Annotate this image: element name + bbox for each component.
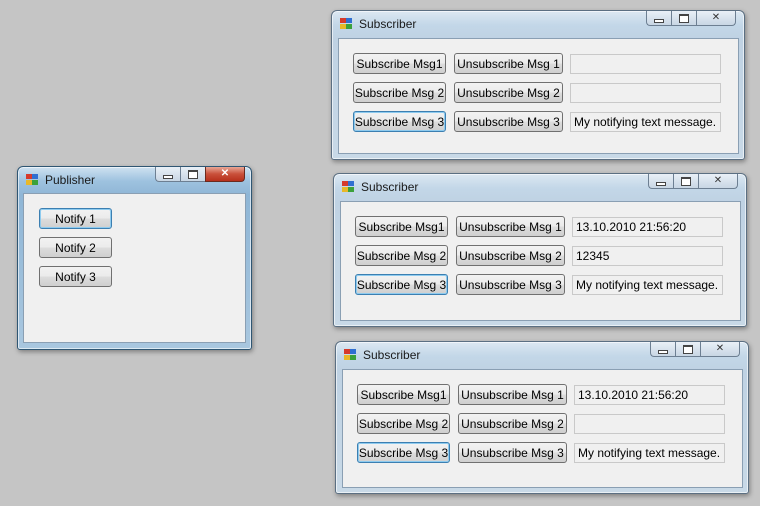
- minimize-icon: [656, 181, 666, 186]
- msg1-textbox[interactable]: [570, 54, 721, 74]
- subscribe-msg1-button[interactable]: Subscribe Msg1: [357, 384, 450, 405]
- msg2-textbox[interactable]: 12345: [572, 246, 723, 266]
- subscriber-window-3: Subscriber ✕ Subscribe Msg1 Unsubscribe …: [335, 341, 749, 494]
- maximize-button[interactable]: [675, 342, 700, 357]
- publisher-window: Publisher ✕ Notify 1 Notify 2 Notify 3: [17, 166, 252, 350]
- unsubscribe-msg3-button[interactable]: Unsubscribe Msg 3: [456, 274, 565, 295]
- close-icon: ✕: [713, 175, 723, 186]
- unsubscribe-msg3-button[interactable]: Unsubscribe Msg 3: [458, 442, 567, 463]
- subscriber-window-2: Subscriber ✕ Subscribe Msg1 Unsubscribe …: [333, 173, 747, 327]
- notify-1-button[interactable]: Notify 1: [39, 208, 112, 229]
- notify-2-button[interactable]: Notify 2: [39, 237, 112, 258]
- msg1-textbox[interactable]: 13.10.2010 21:56:20: [572, 217, 723, 237]
- subscriber-window-1: Subscriber ✕ Subscribe Msg1 Unsubscribe …: [331, 10, 745, 160]
- close-button[interactable]: ✕: [700, 342, 740, 357]
- maximize-icon: [681, 176, 691, 186]
- subscribe-msg2-button[interactable]: Subscribe Msg 2: [355, 245, 448, 266]
- close-button[interactable]: ✕: [696, 11, 736, 26]
- msg1-textbox[interactable]: 13.10.2010 21:56:20: [574, 385, 725, 405]
- window-title: Publisher: [45, 173, 96, 187]
- minimize-icon: [654, 18, 664, 23]
- subscribe-msg3-button[interactable]: Subscribe Msg 3: [355, 274, 448, 295]
- subscribe-msg2-button[interactable]: Subscribe Msg 2: [353, 82, 446, 103]
- maximize-icon: [679, 13, 689, 23]
- subscriber-client-area: Subscribe Msg1 Unsubscribe Msg 1 13.10.2…: [340, 201, 741, 321]
- title-bar[interactable]: Subscriber ✕: [334, 174, 746, 200]
- unsubscribe-msg1-button[interactable]: Unsubscribe Msg 1: [458, 384, 567, 405]
- app-icon: [344, 349, 357, 361]
- app-icon: [26, 174, 39, 186]
- msg3-textbox[interactable]: My notifying text message.: [570, 112, 721, 132]
- subscribe-msg1-button[interactable]: Subscribe Msg1: [353, 53, 446, 74]
- publisher-client-area: Notify 1 Notify 2 Notify 3: [23, 193, 246, 343]
- maximize-button[interactable]: [671, 11, 696, 26]
- minimize-button[interactable]: [155, 167, 180, 182]
- unsubscribe-msg1-button[interactable]: Unsubscribe Msg 1: [454, 53, 563, 74]
- maximize-button[interactable]: [673, 174, 698, 189]
- unsubscribe-msg1-button[interactable]: Unsubscribe Msg 1: [456, 216, 565, 237]
- maximize-icon: [188, 169, 198, 179]
- window-title: Subscriber: [361, 180, 419, 194]
- msg2-textbox[interactable]: [574, 414, 725, 434]
- minimize-button[interactable]: [650, 342, 675, 357]
- maximize-icon: [683, 344, 693, 354]
- minimize-button[interactable]: [646, 11, 671, 26]
- subscribe-msg3-button[interactable]: Subscribe Msg 3: [353, 111, 446, 132]
- close-button[interactable]: ✕: [205, 167, 245, 182]
- window-title: Subscriber: [359, 17, 417, 31]
- unsubscribe-msg2-button[interactable]: Unsubscribe Msg 2: [458, 413, 567, 434]
- subscribe-msg2-button[interactable]: Subscribe Msg 2: [357, 413, 450, 434]
- minimize-icon: [658, 349, 668, 354]
- close-icon: ✕: [220, 168, 230, 179]
- subscriber-client-area: Subscribe Msg1 Unsubscribe Msg 1 Subscri…: [338, 38, 739, 154]
- notify-3-button[interactable]: Notify 3: [39, 266, 112, 287]
- app-icon: [340, 18, 353, 30]
- title-bar[interactable]: Subscriber ✕: [336, 342, 748, 368]
- subscriber-client-area: Subscribe Msg1 Unsubscribe Msg 1 13.10.2…: [342, 369, 743, 488]
- app-icon: [342, 181, 355, 193]
- msg3-textbox[interactable]: My notifying text message.: [574, 443, 725, 463]
- msg3-textbox[interactable]: My notifying text message.: [572, 275, 723, 295]
- unsubscribe-msg2-button[interactable]: Unsubscribe Msg 2: [456, 245, 565, 266]
- unsubscribe-msg3-button[interactable]: Unsubscribe Msg 3: [454, 111, 563, 132]
- close-button[interactable]: ✕: [698, 174, 738, 189]
- unsubscribe-msg2-button[interactable]: Unsubscribe Msg 2: [454, 82, 563, 103]
- close-icon: ✕: [715, 343, 725, 354]
- close-icon: ✕: [711, 12, 721, 23]
- title-bar[interactable]: Subscriber ✕: [332, 11, 744, 37]
- window-title: Subscriber: [363, 348, 421, 362]
- subscribe-msg3-button[interactable]: Subscribe Msg 3: [357, 442, 450, 463]
- title-bar[interactable]: Publisher ✕: [18, 167, 251, 193]
- maximize-button[interactable]: [180, 167, 205, 182]
- subscribe-msg1-button[interactable]: Subscribe Msg1: [355, 216, 448, 237]
- msg2-textbox[interactable]: [570, 83, 721, 103]
- minimize-icon: [163, 174, 173, 179]
- minimize-button[interactable]: [648, 174, 673, 189]
